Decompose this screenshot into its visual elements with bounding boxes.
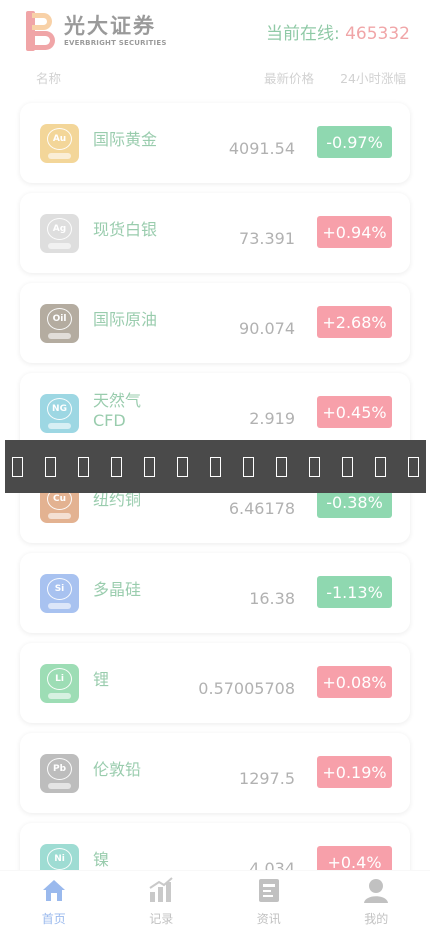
- change-badge: +0.19%: [317, 756, 392, 788]
- brand-name-en: EVERBRIGHT SECURITIES: [64, 38, 167, 47]
- commodity-price: 16.38: [249, 588, 295, 608]
- home-icon: [40, 876, 68, 910]
- toast-glyph: [342, 456, 353, 477]
- loading-toast: [5, 440, 426, 493]
- commodity-symbol: NG: [47, 397, 72, 420]
- chart-icon: [147, 876, 175, 910]
- tab-chart[interactable]: 记录: [108, 871, 216, 932]
- toast-glyph: [45, 456, 56, 477]
- commodity-name: 伦敦铅: [93, 760, 142, 779]
- toast-glyph: [144, 456, 155, 477]
- commodity-icon: Au: [40, 123, 79, 163]
- commodity-icon: Ag: [40, 213, 79, 253]
- change-badge: +0.45%: [317, 396, 392, 428]
- market-item-card[interactable]: Si 多晶硅 16.38 -1.13%: [20, 553, 410, 633]
- commodity-symbol: Li: [47, 667, 72, 690]
- logo-icon: [26, 11, 56, 51]
- commodity-price: 1297.5: [239, 768, 295, 788]
- toast-glyph: [177, 456, 188, 477]
- market-item-card[interactable]: Oil 国际原油 90.074 +2.68%: [20, 283, 410, 363]
- commodity-name: 天然气CFD: [93, 390, 142, 430]
- commodity-icon: Oil: [40, 303, 79, 343]
- market-item-card[interactable]: Ag 现货白银 73.391 +0.94%: [20, 193, 410, 273]
- user-icon: [362, 876, 390, 910]
- tab-news[interactable]: 资讯: [215, 871, 323, 932]
- column-change: 24小时涨幅: [340, 70, 406, 86]
- change-badge: +0.94%: [317, 216, 392, 248]
- commodity-symbol: Au: [47, 127, 72, 150]
- commodity-icon: NG: [40, 393, 79, 433]
- column-price: 最新价格: [263, 70, 314, 86]
- commodity-price: 2.919: [249, 408, 295, 428]
- commodity-price: 6.46178: [228, 498, 295, 518]
- tab-label: 我的: [364, 912, 389, 926]
- toast-glyph: [12, 456, 23, 477]
- toast-glyph: [243, 456, 254, 477]
- change-badge: +0.08%: [317, 666, 392, 698]
- market-item-card[interactable]: Pb 伦敦铅 1297.5 +0.19%: [20, 733, 410, 813]
- commodity-price: 73.391: [239, 228, 295, 248]
- toast-glyph: [78, 456, 89, 477]
- toast-glyph: [111, 456, 122, 477]
- tab-home[interactable]: 首页: [0, 871, 108, 932]
- news-icon: [255, 876, 283, 910]
- tab-label: 首页: [41, 912, 66, 926]
- commodity-name: 镍: [93, 850, 110, 869]
- commodity-symbol: Pb: [47, 757, 72, 780]
- online-count: 465332: [345, 23, 410, 44]
- market-item-card[interactable]: Au 国际黄金 4091.54 -0.97%: [20, 103, 410, 183]
- commodity-icon: Pb: [40, 753, 79, 793]
- change-badge: -0.97%: [317, 126, 392, 158]
- commodity-icon: Si: [40, 573, 79, 613]
- tab-label: 记录: [149, 912, 174, 926]
- bottom-tab-bar: 首页 记录 资讯 我的: [0, 870, 430, 932]
- online-counter: 当前在线: 465332: [266, 19, 410, 44]
- commodity-name: 国际原油: [93, 310, 158, 329]
- commodity-symbol: Si: [47, 577, 72, 600]
- commodity-price: 4091.54: [228, 138, 295, 158]
- toast-glyph: [408, 456, 419, 477]
- online-label: 当前在线:: [265, 23, 346, 44]
- header: 光大证券 EVERBRIGHT SECURITIES 当前在线: 465332: [0, 0, 430, 62]
- brand-logo: 光大证券 EVERBRIGHT SECURITIES: [26, 11, 167, 51]
- tab-label: 资讯: [256, 912, 281, 926]
- commodity-price: 0.57005708: [198, 678, 295, 698]
- commodity-symbol: Oil: [47, 307, 72, 330]
- commodity-symbol: Ni: [47, 847, 72, 870]
- market-list: Au 国际黄金 4091.54 -0.97% Ag 现货白银 73.391 +0…: [0, 92, 430, 903]
- commodity-price: 90.074: [239, 318, 295, 338]
- commodity-name: 国际黄金: [93, 130, 158, 149]
- change-badge: +2.68%: [317, 306, 392, 338]
- toast-glyph: [276, 456, 287, 477]
- commodity-name: 现货白银: [93, 220, 158, 239]
- commodity-name: 锂: [93, 670, 110, 689]
- column-name: 名称: [36, 70, 62, 86]
- commodity-name: 多晶硅: [93, 580, 142, 599]
- toast-glyph: [309, 456, 320, 477]
- change-badge: -1.13%: [317, 576, 392, 608]
- market-item-card[interactable]: Li 锂 0.57005708 +0.08%: [20, 643, 410, 723]
- commodity-icon: Li: [40, 663, 79, 703]
- toast-glyph: [375, 456, 386, 477]
- brand-name: 光大证券: [64, 13, 156, 38]
- tab-user[interactable]: 我的: [323, 871, 430, 932]
- commodity-symbol: Ag: [47, 217, 72, 240]
- column-header: 名称 最新价格 24小时涨幅: [0, 62, 430, 92]
- toast-glyph: [210, 456, 221, 477]
